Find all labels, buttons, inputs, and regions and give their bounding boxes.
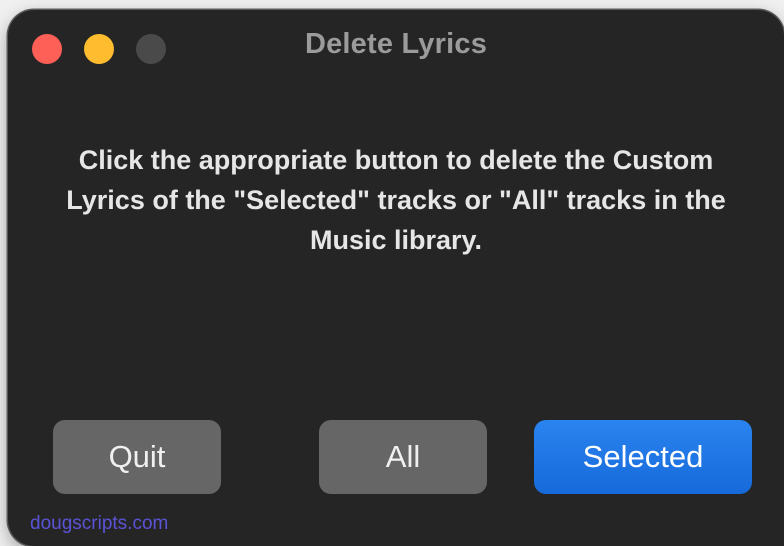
- dialog-window: Delete Lyrics Click the appropriate butt…: [8, 10, 784, 546]
- title-bar[interactable]: Delete Lyrics: [8, 10, 784, 86]
- dougscripts-link[interactable]: dougscripts.com: [30, 513, 168, 535]
- all-button[interactable]: All: [319, 420, 487, 494]
- dialog-message: Click the appropriate button to delete t…: [66, 145, 726, 255]
- selected-button[interactable]: Selected: [534, 420, 752, 494]
- quit-button[interactable]: Quit: [53, 420, 221, 494]
- window-title: Delete Lyrics: [304, 28, 488, 60]
